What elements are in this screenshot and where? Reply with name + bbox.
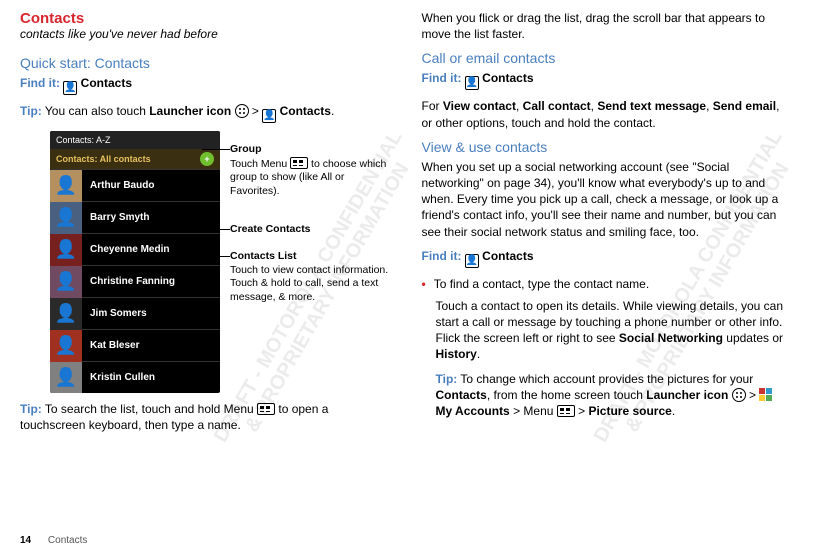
call-options-para: For View contact, Call contact, Send tex… (422, 98, 794, 130)
avatar: 👤 (50, 234, 82, 266)
right-column: When you flick or drag the list, drag th… (422, 10, 794, 441)
launcher-icon (235, 104, 249, 118)
contact-row[interactable]: 👤Jim Somers (50, 297, 220, 329)
menu-icon (257, 403, 275, 415)
contact-name: Arthur Baudo (82, 180, 154, 191)
contact-row[interactable]: 👤Cheyenne Medin (50, 233, 220, 265)
bullet-icon: • (422, 276, 426, 292)
menu-icon (290, 157, 308, 169)
view-use-para: When you set up a social networking acco… (422, 159, 794, 240)
annot-create: Create Contacts (230, 223, 390, 237)
page-subtitle: contacts like you've never had before (20, 27, 392, 41)
add-contact-button[interactable]: + (200, 152, 214, 166)
person-icon: 👤 (465, 76, 479, 90)
tip-launcher: Tip: You can also touch Launcher icon > … (20, 103, 392, 123)
annot-group: Group Touch Menu to choose which group t… (230, 143, 390, 199)
person-icon: 👤 (262, 109, 276, 123)
avatar: 👤 (50, 266, 82, 298)
contact-name: Christine Fanning (82, 276, 175, 287)
find-it-line-view: Find it: 👤 Contacts (422, 248, 794, 268)
page-footer: 14 Contacts (20, 535, 87, 546)
contact-row[interactable]: 👤Christine Fanning (50, 265, 220, 297)
bullet-details-para: Touch a contact to open its details. Whi… (436, 298, 794, 363)
bullet-find-contact: • To find a contact, type the contact na… (422, 276, 794, 292)
page-title: Contacts (20, 10, 392, 27)
contact-name: Kat Bleser (82, 340, 139, 351)
intro-scroll: When you flick or drag the list, drag th… (422, 10, 794, 42)
find-it-line-call: Find it: 👤 Contacts (422, 70, 794, 90)
contact-row[interactable]: 👤Kat Bleser (50, 329, 220, 361)
view-use-heading: View & use contacts (422, 139, 794, 155)
avatar: 👤 (50, 330, 82, 362)
annot-list: Contacts List Touch to view contact info… (230, 250, 390, 305)
find-it-line-left: Find it: 👤 Contacts (20, 75, 392, 95)
contact-name: Cheyenne Medin (82, 244, 169, 255)
annotations: Group Touch Menu to choose which group t… (230, 131, 390, 393)
contact-name: Kristin Cullen (82, 372, 155, 383)
phone-mock: Contacts: A-Z Contacts: All contacts + 👤… (50, 131, 220, 393)
contact-name: Barry Smyth (82, 212, 149, 223)
phone-mock-wrap: Contacts: A-Z Contacts: All contacts + 👤… (50, 131, 392, 393)
phone-bar-sort: Contacts: A-Z (50, 131, 220, 149)
call-email-heading: Call or email contacts (422, 50, 794, 66)
contact-row[interactable]: 👤Kristin Cullen (50, 361, 220, 393)
contact-row[interactable]: 👤Arthur Baudo (50, 169, 220, 201)
contact-row[interactable]: 👤Barry Smyth (50, 201, 220, 233)
avatar: 👤 (50, 170, 82, 202)
phone-bar-group: Contacts: All contacts + (50, 149, 220, 169)
left-column: Contacts contacts like you've never had … (20, 10, 392, 441)
avatar: 👤 (50, 362, 82, 394)
launcher-icon (732, 388, 746, 402)
avatar: 👤 (50, 202, 82, 234)
avatar: 👤 (50, 298, 82, 330)
contact-name: Jim Somers (82, 308, 147, 319)
tip-search: Tip: To search the list, touch and hold … (20, 401, 392, 433)
person-icon: 👤 (465, 254, 479, 268)
person-icon: 👤 (63, 81, 77, 95)
menu-icon (557, 405, 575, 417)
quick-start-heading: Quick start: Contacts (20, 55, 392, 71)
tip-picture-source: Tip: To change which account provides th… (436, 371, 794, 420)
accounts-icon (759, 388, 773, 402)
